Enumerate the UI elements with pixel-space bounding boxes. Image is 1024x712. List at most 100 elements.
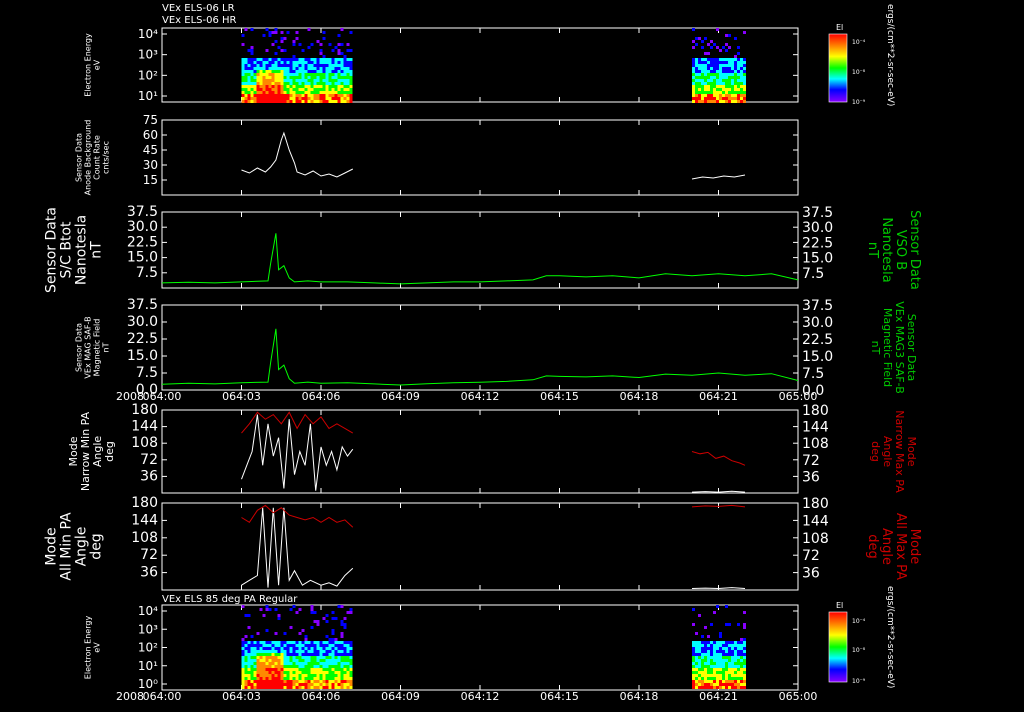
panel-7-heat-cell [698,653,701,656]
panel-1-heat-cell [244,70,248,73]
panel-1-heat-cell [304,94,308,97]
panel-7-heat-cell [322,662,326,665]
panel-7-heat-cell [331,677,335,680]
panel-7-heat-cell [292,653,296,656]
panel-7-heat-cell [298,665,302,668]
panel-7-heat-cell [334,617,338,620]
panel-7-heat-cell [331,647,335,650]
panel-1-heat-cell [316,100,320,103]
panel-1-heat-cell [325,82,329,85]
panel-1-heat-cell [319,82,323,85]
panel-1-heat-cell [349,76,353,79]
panel-7-heat-cell [737,671,740,674]
panel-7-heat-cell [337,668,341,671]
panel-1-heat-cell [728,70,731,73]
panel-7-heat-cell [695,647,698,650]
panel-7-heat-cell [725,641,728,644]
panel-7-heat-cell [337,683,341,686]
panel-7-heat-cell [250,674,254,677]
panel-7-heat-cell [349,650,353,653]
panel-7-heat-cell [259,653,263,656]
panel-7-heat-cell [256,665,260,668]
panel-7-heat-cell [283,662,287,665]
panel-1-heat-cell [731,70,734,73]
panel-1-heat-cell [295,61,299,64]
panel-7-heat-cell [695,665,698,668]
panel-1-heat-cell [737,88,740,91]
panel-1-heat-cell [280,94,284,97]
panel-7-heat-cell [713,677,716,680]
panel-7-heat-cell [710,665,713,668]
panel-7-heat-cell [731,686,734,689]
panel-7-heat-cell [310,644,314,647]
panel-7-heat-cell [289,650,293,653]
panel-7-heat-cell [262,659,266,662]
panel-1-heat-cell [337,94,341,97]
panel-7-heat-cell [319,680,323,683]
panel-7-heat-cell [253,644,257,647]
panel-7-heat-cell [298,662,302,665]
x-tick-label: 064:09 [381,390,420,403]
panel-7-heat-cell [289,653,293,656]
panel-1-heat-cell [295,100,299,103]
panel-1-heat-cell [334,100,338,103]
panel-1-heat-cell [280,88,284,91]
panel-7-heat-cell [313,662,317,665]
panel-1-heat-cell [334,85,338,88]
panel-1-heat-cell [731,67,734,70]
panel-7-heat-cell [692,683,695,686]
panel-1-heat-cell [298,61,302,64]
panel-7-heat-cell [316,620,320,623]
panel-1-heat-cell [704,64,707,67]
panel-7-heat-cell [322,674,326,677]
x-tick-label: 064:12 [461,390,500,403]
panel-7-heat-cell [265,677,269,680]
panel-1-heat-cell [265,76,269,79]
panel-1-heat-cell [310,64,314,67]
panel-1-heat-cell [337,73,341,76]
panel-7-heat-cell [265,647,269,650]
panel-5-ytick-label: 72 [140,452,158,468]
panel-7-heat-cell [301,686,305,689]
panel-1-heat-cell [283,70,287,73]
panel-7-heat-cell [734,659,737,662]
panel-7-heat-cell [343,641,347,644]
panel-1-heat-cell [707,58,710,61]
panel-7-heat-cell [707,659,710,662]
panel-1-heat-cell [307,73,311,76]
panel-1-heat-cell [244,64,248,67]
panel-7-heat-cell [719,662,722,665]
panel-1-heat-cell [286,70,290,73]
panel-7-heat-cell [241,674,245,677]
panel-1-heat-cell [298,91,302,94]
panel-1-heat-cell [265,70,269,73]
panel-1-ylabel-line: eV [93,59,102,70]
panel-7-heat-cell [283,686,287,689]
panel-1-heat-cell [334,91,338,94]
colorbar-bottom-label: El [836,601,843,610]
panel-7-heat-cell [737,623,740,626]
panel-1-heat-cell [259,79,263,82]
panel-7-heat-cell [340,620,344,623]
panel-6-series-2 [241,504,354,528]
panel-1-heat-cell [253,91,257,94]
panel-7-heat-cell [262,650,266,653]
panel-1-heat-cell [710,64,713,67]
panel-1-heat-cell [719,100,722,103]
panel-7-heat-cell [289,668,293,671]
panel-1-heat-cell [731,100,734,103]
panel-1-heat-cell [719,79,722,82]
panel-1-heat-cell [337,79,341,82]
panel-7-heat-cell [244,671,248,674]
panel-1-heat-cell [692,88,695,91]
panel-7-heat-cell [316,623,320,626]
panel-1-heat-cell [247,76,251,79]
panel-1-heat-cell [707,64,710,67]
x-tick-label: 064:06 [302,390,341,403]
panel-7-heat-cell [298,608,302,611]
panel-7-heat-cell [707,641,710,644]
panel-1-heat-cell [713,91,716,94]
panel-1-heat-cell [334,76,338,79]
panel-7-heat-cell [728,662,731,665]
panel-1-heat-cell [704,52,707,55]
